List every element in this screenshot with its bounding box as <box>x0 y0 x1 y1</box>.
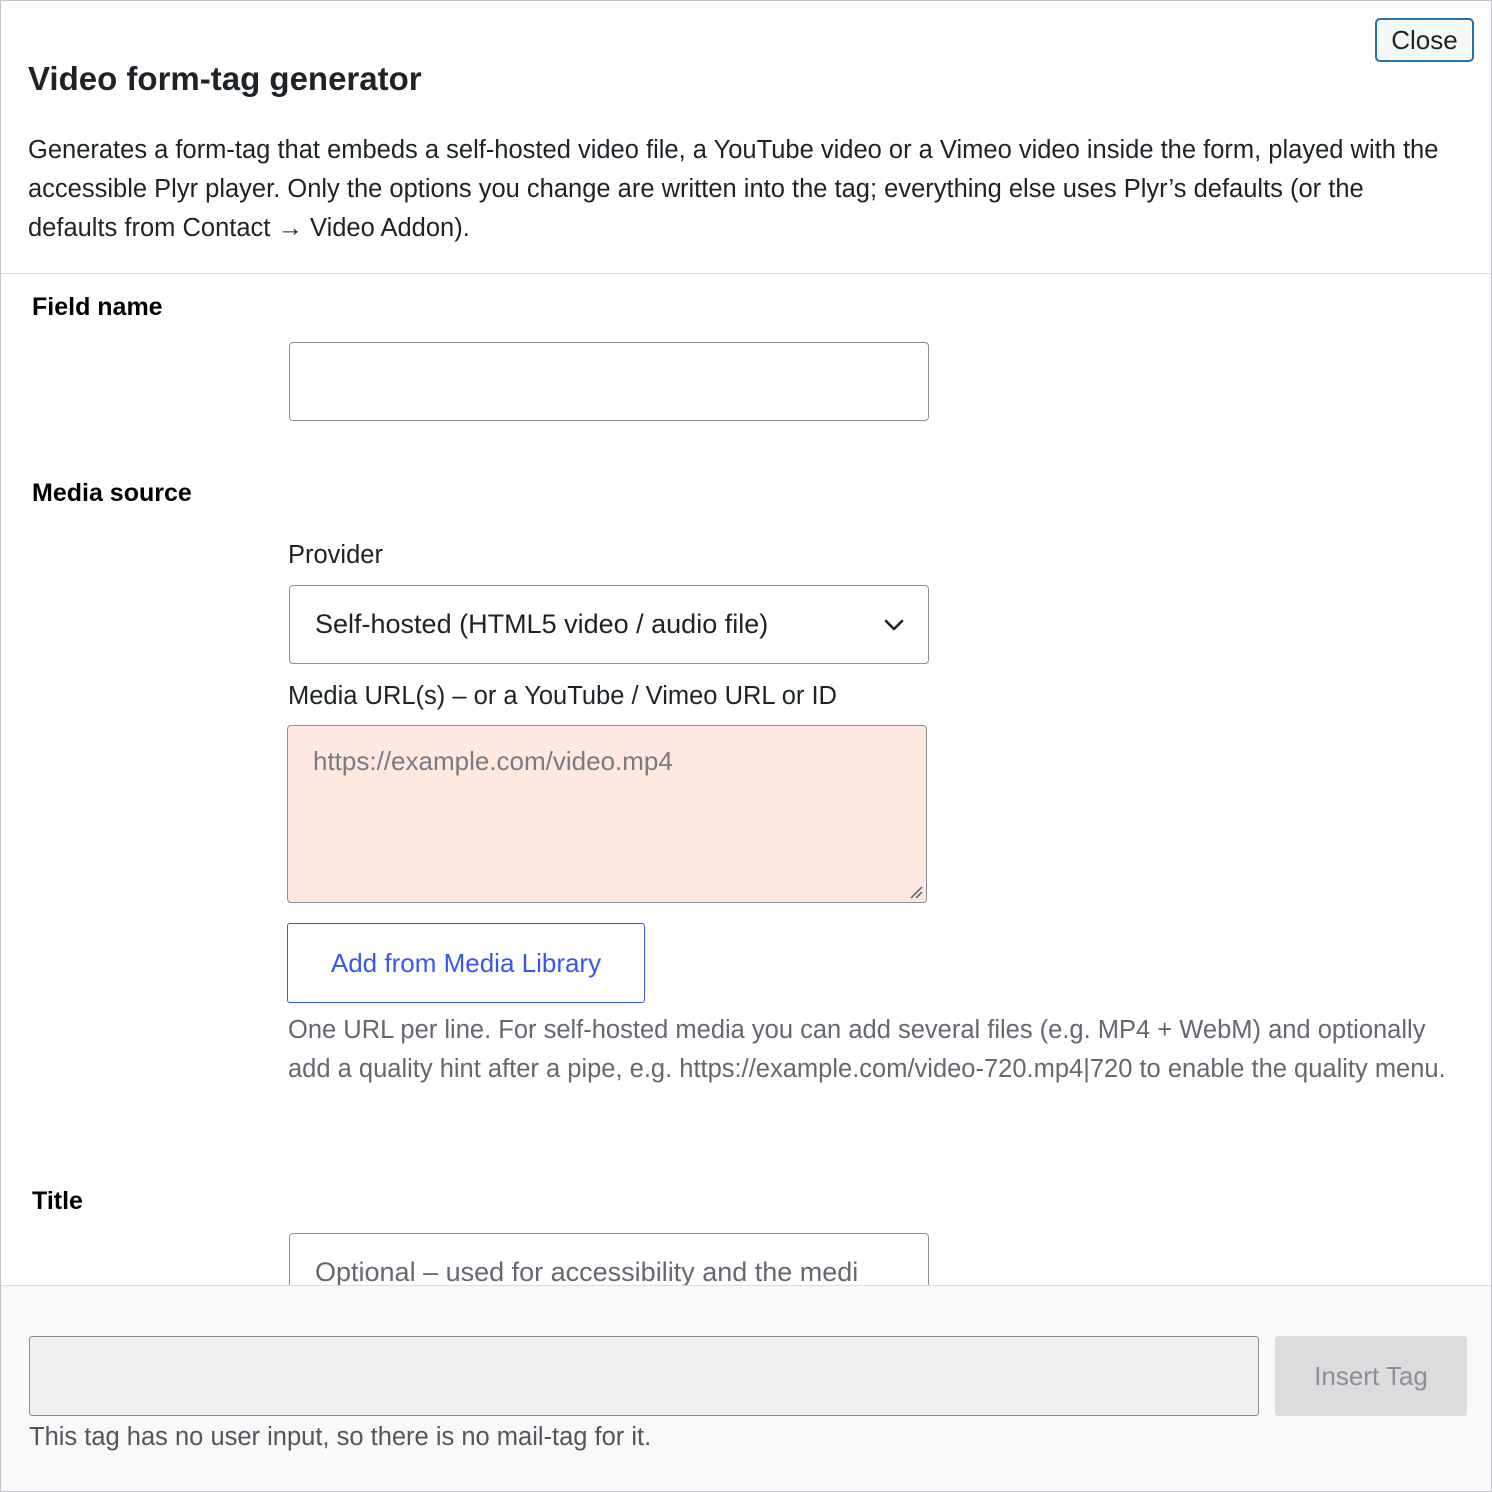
media-url-help-text: One URL per line. For self-hosted media … <box>288 1016 1446 1083</box>
field-name-input[interactable] <box>289 342 929 421</box>
add-from-media-library-button[interactable]: Add from Media Library <box>287 923 645 1003</box>
field-name-label: Field name <box>32 293 163 321</box>
chevron-down-icon <box>884 619 904 631</box>
media-url-placeholder: https://example.com/video.mp4 <box>313 746 673 776</box>
close-button[interactable]: Close <box>1375 18 1474 62</box>
mail-tag-note: This tag has no user input, so there is … <box>29 1423 652 1451</box>
dialog-description: Generates a form-tag that embeds a self-… <box>28 136 1439 242</box>
media-url-label: Media URL(s) – or a YouTube / Vimeo URL … <box>288 682 837 710</box>
media-source-label: Media source <box>32 479 192 507</box>
resize-grip-icon[interactable] <box>909 885 923 899</box>
insert-tag-button[interactable]: Insert Tag <box>1275 1336 1467 1416</box>
media-url-textarea[interactable]: https://example.com/video.mp4 <box>287 725 927 903</box>
tag-code-output[interactable] <box>29 1336 1259 1416</box>
provider-select[interactable]: Self-hosted (HTML5 video / audio file) <box>289 585 929 664</box>
provider-label: Provider <box>288 541 383 569</box>
header-divider <box>1 273 1491 274</box>
tag-generator-dialog: Close Video form-tag generator Generates… <box>0 0 1492 1492</box>
title-label: Title <box>32 1187 83 1215</box>
provider-selected-value: Self-hosted (HTML5 video / audio file) <box>315 609 769 639</box>
insert-box-footer: Insert Tag This tag has no user input, s… <box>1 1285 1491 1491</box>
dialog-title: Video form-tag generator <box>28 60 422 97</box>
